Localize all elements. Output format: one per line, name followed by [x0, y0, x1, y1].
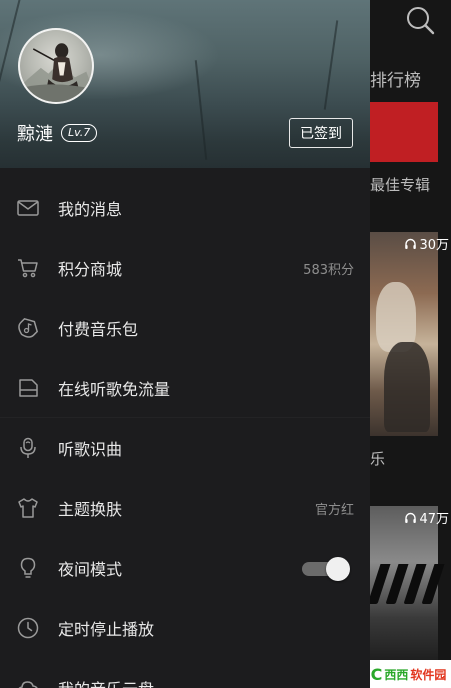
menu-item-music-package[interactable]: 付费音乐包: [0, 298, 370, 358]
level-badge[interactable]: Lv.7: [61, 124, 98, 142]
menu-item-label: 积分商城: [58, 260, 123, 279]
sim-card-icon: [16, 376, 40, 400]
menu-item-label: 主题换肤: [58, 500, 123, 519]
drawer-menu: 我的消息 积分商城 583积分 付费音乐包 在线听歌免流量 听歌识曲 主题换肤 …: [0, 178, 370, 688]
user-info: 黥漣 Lv.7: [17, 120, 98, 146]
watermark-text-red: 软件园: [410, 667, 447, 682]
search-icon[interactable]: [404, 4, 436, 36]
card-caption: 乐: [370, 450, 386, 468]
toggle-knob: [326, 557, 350, 581]
night-mode-toggle[interactable]: [302, 557, 350, 581]
menu-item-label: 听歌识曲: [58, 440, 123, 459]
menu-item-label: 我的音乐云盘: [58, 676, 154, 688]
menu-item-label: 夜间模式: [58, 560, 123, 579]
navigation-drawer: 黥漣 Lv.7 已签到 我的消息 积分商城 583积分 付费音乐包 在线听歌免流…: [0, 0, 370, 688]
header-reed: [323, 20, 339, 110]
menu-item-sleep-timer[interactable]: 定时停止播放: [0, 598, 370, 658]
music-tag-icon: [16, 316, 40, 340]
playlist-card[interactable]: [370, 232, 438, 436]
menu-item-cloud-drive[interactable]: 我的音乐云盘: [0, 658, 370, 688]
bulb-icon: [16, 556, 40, 580]
menu-item-label: 付费音乐包: [58, 320, 139, 339]
album-link[interactable]: 最佳专辑: [370, 174, 430, 195]
watermark-text-green: 西西: [384, 667, 409, 682]
watermark-logo-icon: C: [370, 664, 383, 684]
mic-icon: [16, 436, 40, 460]
username[interactable]: 黥漣: [17, 120, 53, 146]
current-theme: 官方红: [314, 502, 354, 518]
tshirt-icon: [16, 496, 40, 520]
menu-item-night-mode[interactable]: 夜间模式: [0, 538, 370, 598]
banner-image[interactable]: [370, 102, 438, 162]
menu-item-label: 在线听歌免流量: [58, 379, 171, 399]
menu-item-points-mall[interactable]: 积分商城 583积分: [0, 238, 370, 298]
mail-icon: [16, 196, 40, 220]
piano-key: [421, 564, 445, 604]
profile-header: 黥漣 Lv.7 已签到: [0, 0, 370, 168]
menu-item-free-data[interactable]: 在线听歌免流量: [0, 358, 370, 418]
menu-item-theme[interactable]: 主题换肤 官方红: [0, 478, 370, 538]
points-balance: 583积分: [303, 262, 354, 278]
ranking-link[interactable]: 排行榜: [370, 66, 421, 91]
avatar[interactable]: [18, 28, 94, 104]
clock-icon: [16, 616, 40, 640]
menu-item-song-recognition[interactable]: 听歌识曲: [0, 418, 370, 478]
signin-button[interactable]: 已签到: [289, 118, 353, 148]
card-figure: [384, 342, 430, 432]
cloud-icon: [16, 676, 40, 688]
headphones-icon: [405, 512, 417, 523]
site-watermark: C 西西 软件园: [366, 660, 451, 688]
playlist-card[interactable]: [367, 506, 445, 666]
menu-item-label: 定时停止播放: [58, 620, 155, 639]
play-count: 47万: [404, 508, 449, 527]
play-count: 30万: [404, 234, 449, 253]
headphones-icon: [405, 238, 417, 249]
cart-icon: [16, 256, 40, 280]
menu-item-messages[interactable]: 我的消息: [0, 178, 370, 238]
menu-item-label: 我的消息: [58, 200, 123, 219]
